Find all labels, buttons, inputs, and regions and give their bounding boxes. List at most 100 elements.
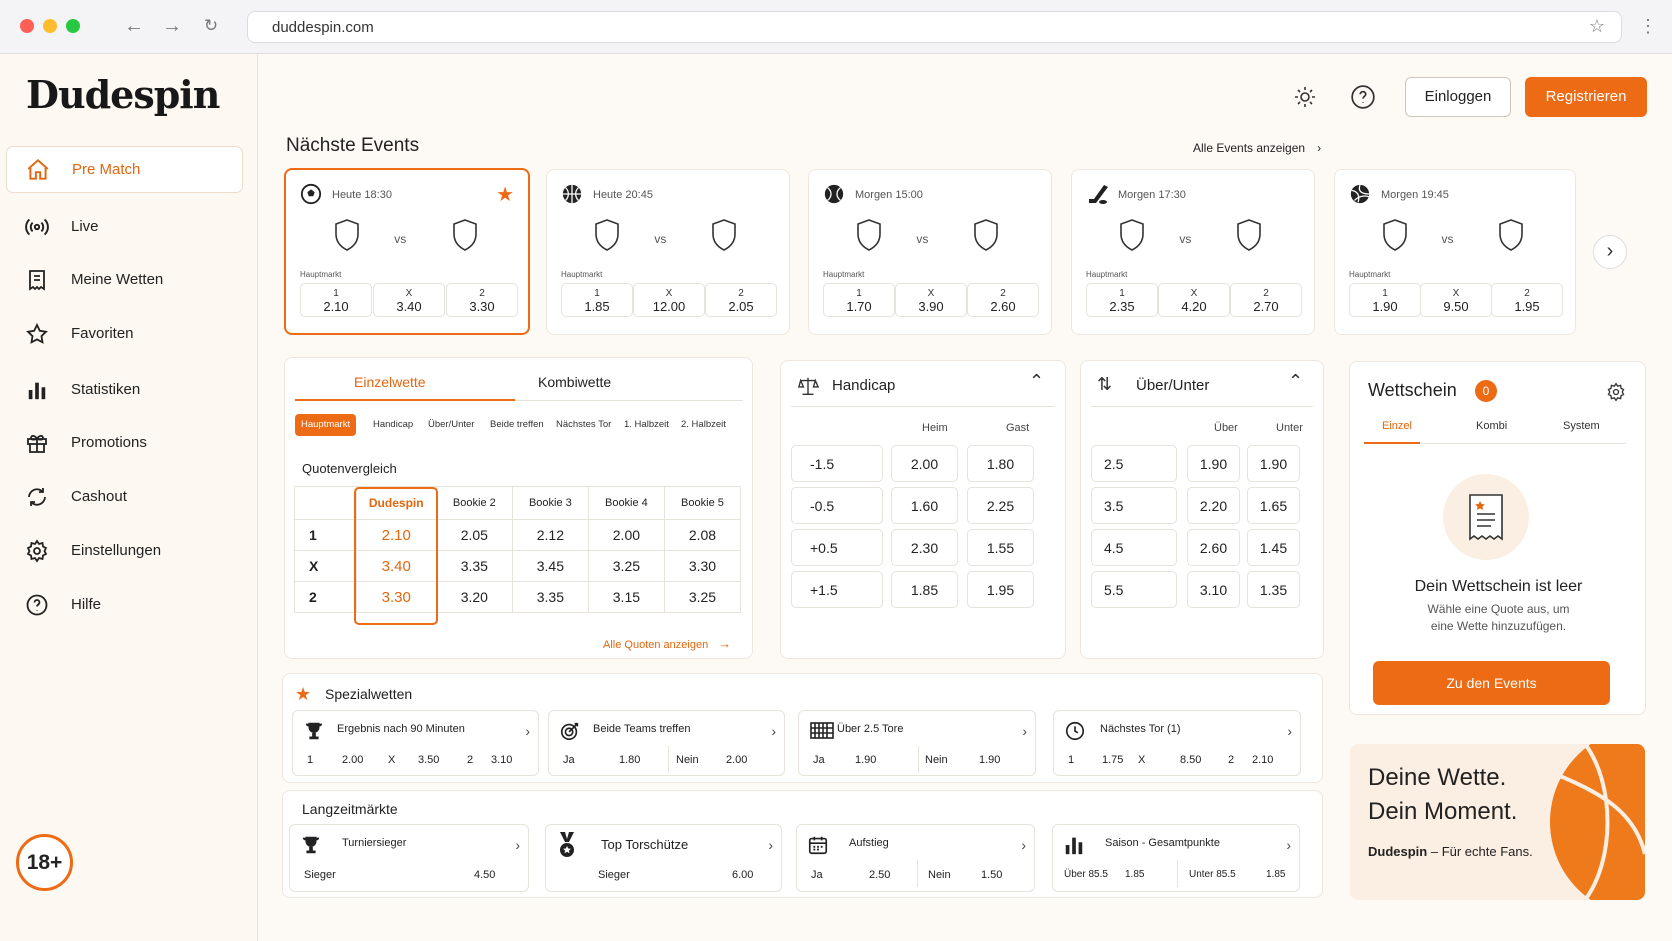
- odds-value[interactable]: 1.50: [981, 869, 1002, 881]
- odds-cell[interactable]: 3.45: [511, 550, 589, 582]
- nav-item-statistiken[interactable]: Statistiken: [6, 366, 243, 413]
- event-card[interactable]: Morgen 17:30 vs Hauptmarkt 1 2.35 X 4.20 2 2.70: [1071, 169, 1315, 335]
- odds-cell[interactable]: 3.15: [587, 581, 665, 613]
- odds-button[interactable]: 1.90: [1247, 445, 1300, 482]
- event-card[interactable]: Morgen 19:45 vs Hauptmarkt 1 1.90 X 9.50 2 1.95: [1334, 169, 1576, 335]
- odds-value[interactable]: 1.75: [1102, 754, 1123, 766]
- odds-button[interactable]: 1.60: [891, 487, 958, 524]
- register-button[interactable]: Registrieren: [1525, 77, 1647, 117]
- nav-item-hilfe[interactable]: Hilfe: [6, 581, 243, 628]
- market-card[interactable]: Turniersieger › Sieger 4.50: [289, 824, 529, 892]
- odds-button[interactable]: 1.45: [1247, 529, 1300, 566]
- promo-banner[interactable]: Deine Wette. Dein Moment. Dudespin – Für…: [1350, 744, 1645, 900]
- odds-button[interactable]: 1 1.90: [1349, 283, 1421, 317]
- market-card[interactable]: Aufstieg › Ja 2.50 Nein 1.50: [796, 824, 1035, 892]
- odds-button[interactable]: 2.60: [1187, 529, 1240, 566]
- betslip-tab-einzel[interactable]: Einzel: [1382, 420, 1412, 432]
- event-card[interactable]: Morgen 15:00 vs Hauptmarkt 1 1.70 X 3.90 2 2.60: [808, 169, 1052, 335]
- market-tab[interactable]: Nächstes Tor: [550, 414, 617, 436]
- odds-cell[interactable]: 3.20: [435, 581, 513, 613]
- theme-toggle-sun-icon[interactable]: [1293, 85, 1317, 114]
- odds-button[interactable]: 2 2.70: [1230, 283, 1302, 317]
- tab-einzelwette[interactable]: Einzelwette: [354, 374, 426, 390]
- event-card[interactable]: Heute 20:45 vs Hauptmarkt 1 1.85 X 12.00 2 2.05: [546, 169, 790, 335]
- odds-value[interactable]: 1.85: [1266, 869, 1285, 880]
- nav-item-promotions[interactable]: Promotions: [6, 419, 243, 466]
- odds-cell[interactable]: 2.08: [663, 519, 742, 551]
- odds-button[interactable]: 1 2.35: [1086, 283, 1158, 317]
- logo[interactable]: Dudespin: [26, 72, 220, 117]
- odds-value[interactable]: 2.00: [342, 754, 363, 766]
- market-tab[interactable]: Über/Unter: [422, 414, 480, 436]
- odds-value[interactable]: 2.10: [1252, 754, 1273, 766]
- odds-button[interactable]: X 9.50: [1420, 283, 1492, 317]
- odds-button[interactable]: 3.10: [1187, 571, 1240, 608]
- odds-value[interactable]: 3.50: [418, 754, 439, 766]
- odds-cell[interactable]: 2.12: [511, 519, 589, 551]
- nav-item-meine-wetten[interactable]: Meine Wetten: [6, 256, 243, 303]
- odds-cell[interactable]: 2.10: [355, 519, 437, 551]
- odds-value[interactable]: 2.00: [726, 754, 747, 766]
- odds-button[interactable]: 1.80: [967, 445, 1034, 482]
- close-window-button[interactable]: [20, 19, 34, 33]
- odds-value[interactable]: 2.50: [869, 869, 890, 881]
- odds-value[interactable]: 1.90: [979, 754, 1000, 766]
- market-card[interactable]: Top Torschütze › Sieger 6.00: [545, 824, 782, 892]
- odds-button[interactable]: X 3.40: [373, 283, 445, 317]
- nav-item-einstellungen[interactable]: Einstellungen: [6, 527, 243, 574]
- favorite-star-icon[interactable]: ★: [496, 182, 514, 207]
- odds-cell[interactable]: 2.05: [435, 519, 513, 551]
- help-circle-icon[interactable]: [1350, 84, 1376, 115]
- odds-button[interactable]: 1.65: [1247, 487, 1300, 524]
- odds-cell[interactable]: 3.35: [511, 581, 589, 613]
- odds-button[interactable]: 2.30: [891, 529, 958, 566]
- market-card[interactable]: Über 2.5 Tore › Ja 1.90 Nein 1.90: [798, 710, 1036, 776]
- odds-button[interactable]: 1 2.10: [300, 283, 372, 317]
- betslip-tab-system[interactable]: System: [1563, 420, 1600, 432]
- tab-kombiwette[interactable]: Kombiwette: [538, 374, 611, 390]
- gear-icon[interactable]: [1606, 382, 1626, 407]
- odds-cell[interactable]: 3.25: [663, 581, 742, 613]
- events-next-arrow-button[interactable]: ›: [1593, 235, 1627, 269]
- odds-button[interactable]: X 3.90: [895, 283, 967, 317]
- chevron-up-icon[interactable]: ⌃: [1029, 371, 1044, 392]
- nav-item-live[interactable]: Live: [6, 203, 243, 250]
- betslip-tab-kombi[interactable]: Kombi: [1476, 420, 1507, 432]
- login-button[interactable]: Einloggen: [1405, 77, 1511, 117]
- odds-cell[interactable]: 3.40: [355, 550, 437, 582]
- odds-button[interactable]: 1 1.85: [561, 283, 633, 317]
- odds-button[interactable]: 2 3.30: [446, 283, 518, 317]
- odds-button[interactable]: 1.85: [891, 571, 958, 608]
- forward-icon[interactable]: →: [160, 14, 184, 38]
- odds-button[interactable]: 1.90: [1187, 445, 1240, 482]
- nav-item-favoriten[interactable]: Favoriten: [6, 310, 243, 357]
- odds-button[interactable]: 2 1.95: [1491, 283, 1563, 317]
- nav-item-pre-match[interactable]: Pre Match: [6, 146, 243, 193]
- odds-button[interactable]: 1 1.70: [823, 283, 895, 317]
- market-tab[interactable]: 1. Halbzeit: [618, 414, 675, 436]
- reload-icon[interactable]: ↻: [199, 14, 223, 38]
- odds-cell[interactable]: 3.25: [587, 550, 665, 582]
- odds-value[interactable]: 1.90: [855, 754, 876, 766]
- event-card[interactable]: Heute 18:30 ★ vs Hauptmarkt 1 2.10 X 3.40 2 3.30: [284, 168, 530, 335]
- odds-button[interactable]: X 4.20: [1158, 283, 1230, 317]
- odds-cell[interactable]: 2.00: [587, 519, 665, 551]
- odds-button[interactable]: 2 2.05: [705, 283, 777, 317]
- odds-cell[interactable]: 3.30: [663, 550, 742, 582]
- odds-button[interactable]: 1.55: [967, 529, 1034, 566]
- odds-button[interactable]: 2.00: [891, 445, 958, 482]
- odds-value[interactable]: 1.85: [1125, 869, 1144, 880]
- bookmark-star-icon[interactable]: ☆: [1585, 14, 1609, 38]
- browser-menu-icon[interactable]: ⋮: [1636, 14, 1660, 38]
- odds-value[interactable]: 6.00: [732, 869, 753, 881]
- odds-cell[interactable]: 3.35: [435, 550, 513, 582]
- market-card[interactable]: Ergebnis nach 90 Minuten › 1 2.00 X 3.50 2 3.10: [292, 710, 539, 776]
- odds-cell[interactable]: 3.30: [355, 581, 437, 613]
- market-tab[interactable]: Handicap: [367, 414, 419, 436]
- odds-button[interactable]: 2.20: [1187, 487, 1240, 524]
- market-card[interactable]: Nächstes Tor (1) › 1 1.75 X 8.50 2 2.10: [1053, 710, 1301, 776]
- maximize-window-button[interactable]: [66, 19, 80, 33]
- odds-value[interactable]: 1.80: [619, 754, 640, 766]
- to-events-button[interactable]: Zu den Events: [1373, 661, 1610, 705]
- market-tab[interactable]: Beide treffen: [484, 414, 550, 436]
